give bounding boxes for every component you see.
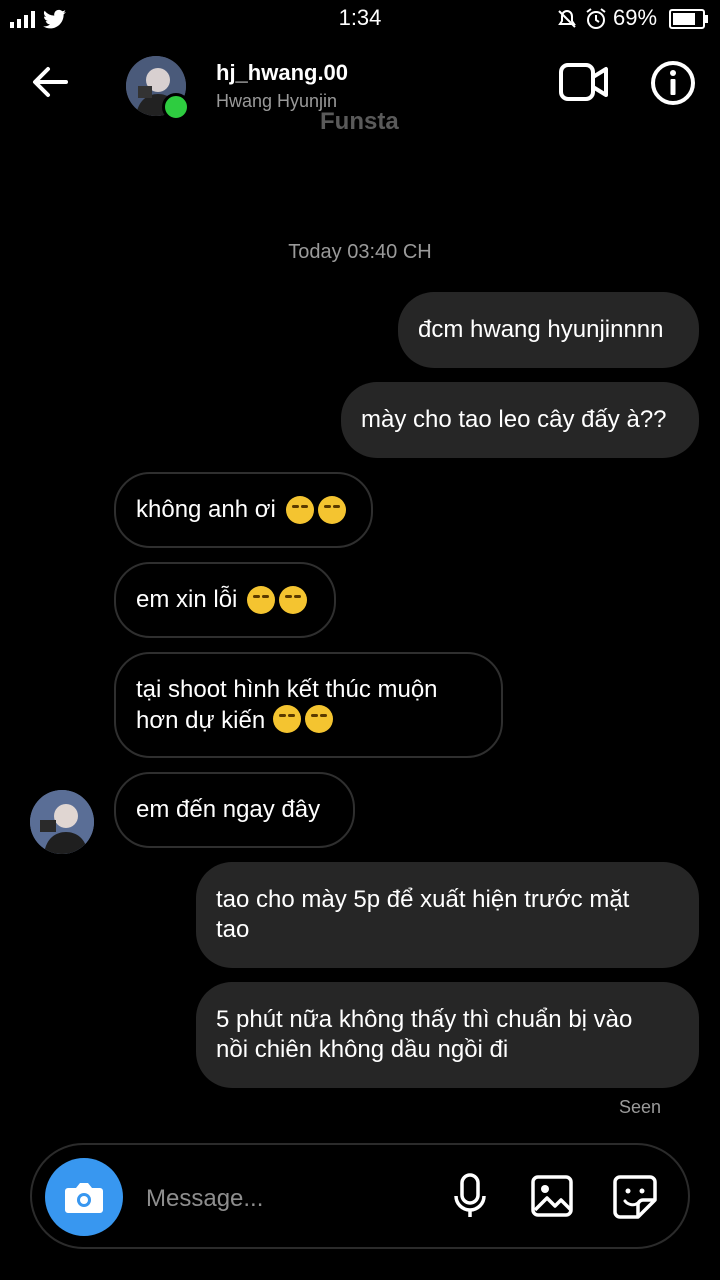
crying-emoji-icon bbox=[317, 496, 346, 524]
crying-emoji-icon bbox=[305, 704, 334, 733]
watermark: Funsta bbox=[320, 108, 399, 135]
crying-emoji-icon bbox=[279, 586, 308, 614]
message-text-line: 5 phút nữa không thấy thì chuẩn bị vào bbox=[216, 1006, 633, 1033]
online-status-dot bbox=[162, 93, 190, 121]
back-arrow-icon[interactable] bbox=[30, 62, 70, 102]
profile-photo bbox=[30, 790, 94, 854]
message-text: em xin lỗi bbox=[136, 586, 238, 613]
camera-icon bbox=[65, 1183, 103, 1213]
message-bubble-outgoing[interactable]: 5 phút nữa không thấy thì chuẩn bị vào n… bbox=[196, 982, 699, 1088]
crying-emoji-icon bbox=[273, 704, 302, 733]
message-text-line: tao bbox=[216, 916, 250, 943]
message-text-line: nồi chiên không dầu ngồi đi bbox=[216, 1036, 509, 1063]
message-text: không anh ơi bbox=[136, 496, 276, 523]
message-text-line: hơn dự kiến bbox=[136, 706, 266, 734]
message-bubble-incoming[interactable]: em xin lỗi bbox=[114, 562, 336, 638]
sticker-icon[interactable] bbox=[612, 1174, 658, 1220]
message-text: mày cho tao leo cây đấy à?? bbox=[361, 406, 667, 433]
status-bar: 1:34 69% bbox=[0, 0, 720, 38]
seen-indicator: Seen bbox=[619, 1097, 662, 1117]
alarm-icon bbox=[586, 8, 606, 29]
message-input[interactable] bbox=[144, 1178, 438, 1220]
message-text: em đến ngay đây bbox=[136, 796, 321, 823]
video-call-icon[interactable] bbox=[558, 60, 610, 104]
message-bubble-outgoing[interactable]: đcm hwang hyunjinnnn bbox=[398, 292, 699, 368]
crying-emoji-icon bbox=[285, 496, 314, 524]
status-time: 1:34 bbox=[338, 5, 382, 30]
camera-button[interactable] bbox=[45, 1158, 123, 1236]
sender-avatar[interactable] bbox=[30, 790, 94, 854]
battery-percent: 69% bbox=[613, 5, 658, 30]
microphone-icon[interactable] bbox=[452, 1172, 488, 1220]
chat-timestamp: Today 03:40 CH bbox=[288, 241, 432, 263]
battery-icon bbox=[669, 9, 708, 29]
bell-muted-icon bbox=[558, 9, 576, 28]
message-text-line: tao cho mày 5p để xuất hiện trước mặt bbox=[216, 886, 630, 913]
crying-emoji-icon bbox=[247, 586, 276, 614]
message-text: đcm hwang hyunjinnnn bbox=[418, 316, 664, 343]
header-username[interactable]: hj_hwang.00 bbox=[216, 60, 348, 86]
header-full-name: Hwang Hyunjin bbox=[216, 91, 338, 111]
info-icon[interactable] bbox=[650, 60, 696, 106]
message-text-line: tại shoot hình kết thúc muộn bbox=[136, 675, 438, 703]
message-bubble-incoming[interactable]: em đến ngay đây bbox=[114, 772, 355, 848]
message-bubble-incoming[interactable]: tại shoot hình kết thúc muộn hơn dự kiến bbox=[114, 652, 503, 758]
message-bubble-outgoing[interactable]: mày cho tao leo cây đấy à?? bbox=[341, 382, 699, 458]
message-bubble-incoming[interactable]: không anh ơi bbox=[114, 472, 373, 548]
gallery-icon[interactable] bbox=[530, 1174, 574, 1218]
message-bubble-outgoing[interactable]: tao cho mày 5p để xuất hiện trước mặt ta… bbox=[196, 862, 699, 968]
